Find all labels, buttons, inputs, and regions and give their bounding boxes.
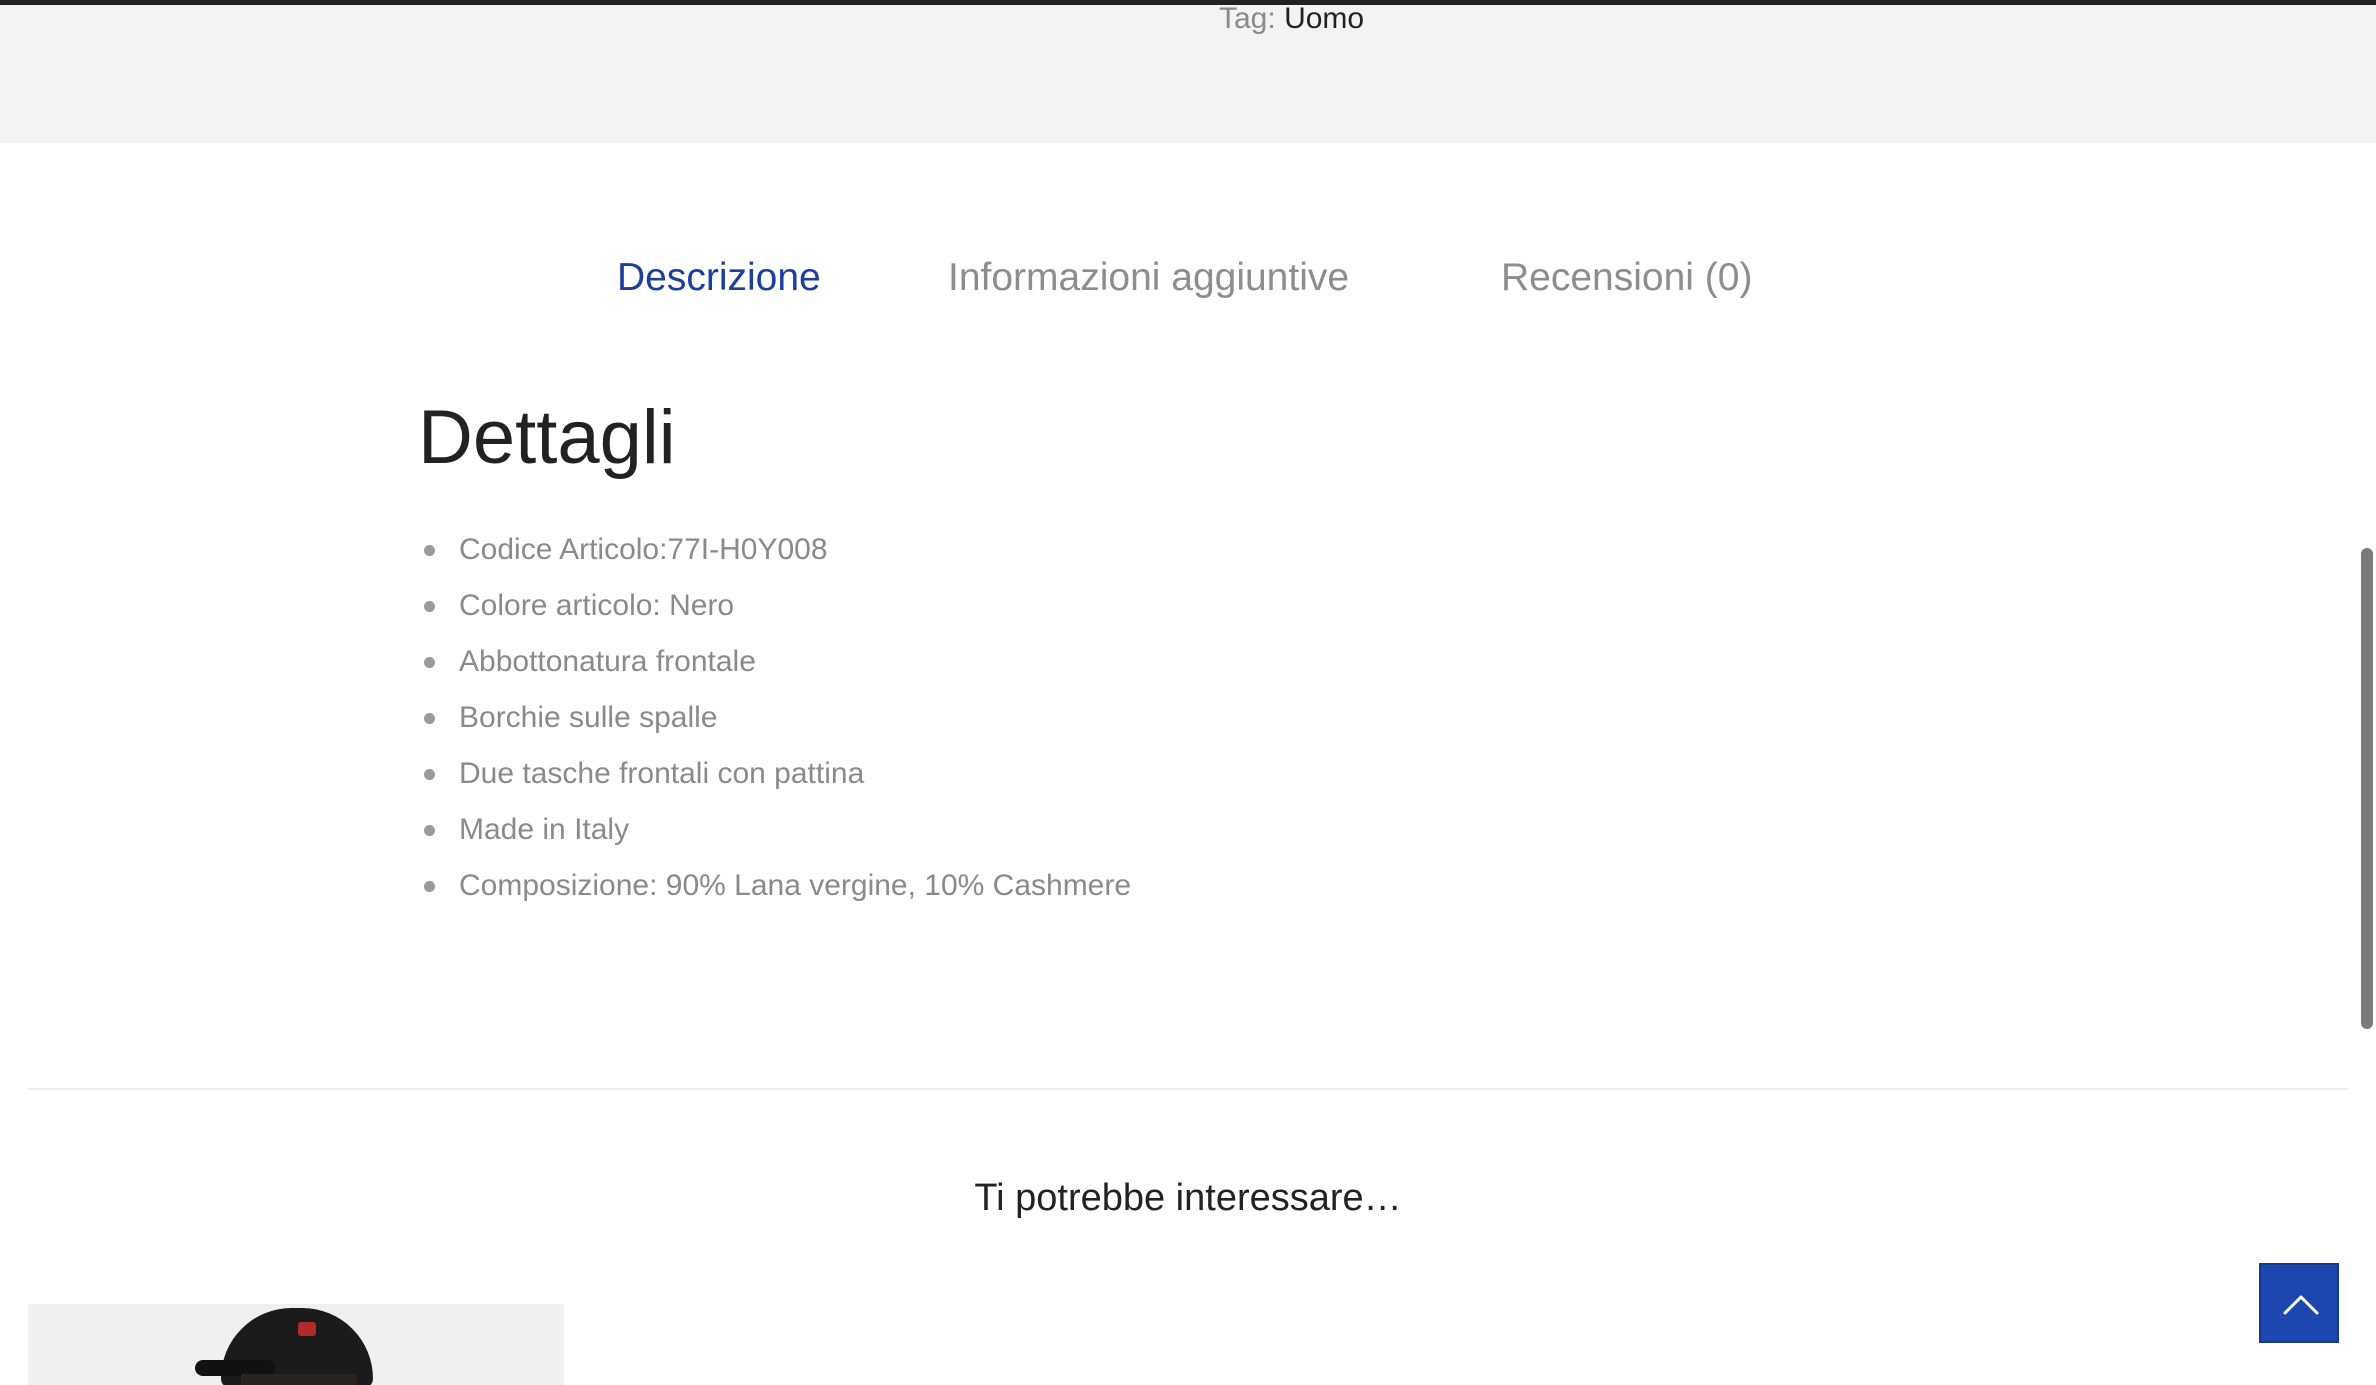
list-item: Due tasche frontali con pattina (420, 746, 1131, 802)
details-heading: Dettagli (418, 395, 676, 480)
list-item: Composizione: 90% Lana vergine, 10% Cash… (420, 858, 1131, 914)
scrollbar-thumb[interactable] (2361, 548, 2373, 1029)
product-image-model (241, 1374, 357, 1385)
back-to-top-button[interactable] (2259, 1263, 2339, 1343)
chevron-up-icon (2283, 1295, 2319, 1315)
list-item: Colore articolo: Nero (420, 578, 1131, 634)
bullet-dot-icon (424, 545, 435, 556)
list-item: Made in Italy (420, 802, 1131, 858)
section-divider (28, 1088, 2348, 1090)
tab-descrizione[interactable]: Descrizione (617, 250, 821, 306)
details-item-text: Composizione: 90% Lana vergine, 10% Cash… (459, 869, 1132, 902)
related-product-card[interactable] (28, 1304, 564, 1385)
tag-label: Tag: (1219, 2, 1276, 35)
list-item: Borchie sulle spalle (420, 690, 1131, 746)
tab-recensioni[interactable]: Recensioni (0) (1501, 250, 1752, 306)
bullet-dot-icon (424, 825, 435, 836)
details-item-text: Due tasche frontali con pattina (459, 757, 865, 790)
product-tabs: Descrizione Informazioni aggiuntive Rece… (0, 250, 2376, 310)
product-meta-band: Tag: Uomo (0, 2, 2376, 143)
tab-informazioni-aggiuntive[interactable]: Informazioni aggiuntive (948, 250, 1349, 306)
related-products-heading: Ti potrebbe interessare… (974, 1177, 1402, 1219)
details-item-text: Borchie sulle spalle (459, 701, 718, 734)
details-item-text: Abbottonatura frontale (459, 645, 756, 678)
bullet-dot-icon (424, 657, 435, 668)
details-item-text: Made in Italy (459, 813, 630, 846)
product-tag-line: Tag: Uomo (1219, 1, 1364, 37)
details-item-text: Codice Articolo:77I-H0Y008 (459, 533, 828, 566)
list-item: Codice Articolo:77I-H0Y008 (420, 522, 1131, 578)
tag-link-uomo[interactable]: Uomo (1284, 2, 1364, 35)
list-item: Abbottonatura frontale (420, 634, 1131, 690)
bullet-dot-icon (424, 881, 435, 892)
product-image-logo (298, 1322, 316, 1336)
bullet-dot-icon (424, 601, 435, 612)
details-list: Codice Articolo:77I-H0Y008 Colore artico… (420, 522, 1131, 914)
bullet-dot-icon (424, 769, 435, 780)
product-page: Tag: Uomo Descrizione Informazioni aggiu… (0, 0, 2376, 1385)
details-item-text: Colore articolo: Nero (459, 589, 735, 622)
bullet-dot-icon (424, 713, 435, 724)
